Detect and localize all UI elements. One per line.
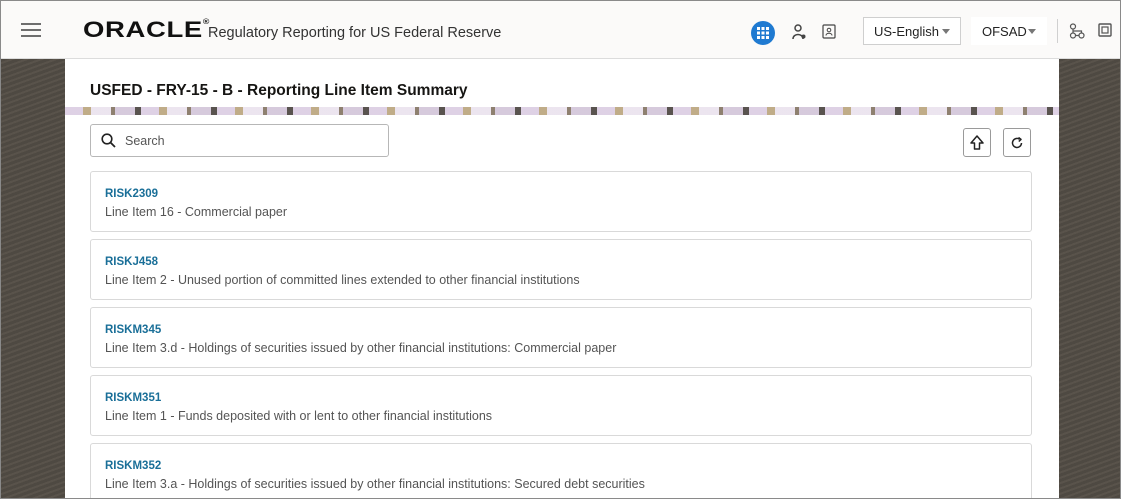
- line-item-description: Line Item 3.d - Holdings of securities i…: [105, 341, 617, 355]
- app-window: ORACLE® Regulatory Reporting for US Fede…: [0, 0, 1121, 499]
- person-icon[interactable]: [792, 24, 806, 45]
- id-card-icon[interactable]: [822, 24, 836, 44]
- user-name: OFSAD: [982, 23, 1027, 39]
- upload-arrow-icon: [970, 134, 984, 150]
- line-item-description: Line Item 16 - Commercial paper: [105, 205, 288, 219]
- line-item-description: Line Item 1 - Funds deposited with or le…: [105, 409, 493, 423]
- apps-grid-icon[interactable]: [751, 21, 775, 45]
- list-item[interactable]: RISKM351 Line Item 1 - Funds deposited w…: [90, 375, 1032, 436]
- chevron-down-icon: [1028, 29, 1036, 34]
- refresh-button[interactable]: [1003, 128, 1031, 157]
- list-item[interactable]: RISKM345 Line Item 3.d - Holdings of sec…: [90, 307, 1032, 368]
- calendar-icon[interactable]: [1098, 23, 1112, 42]
- oracle-logo: ORACLE®: [83, 17, 210, 42]
- line-item-code[interactable]: RISKM351: [105, 392, 161, 404]
- app-title: Regulatory Reporting for US Federal Rese…: [208, 25, 502, 41]
- hamburger-icon[interactable]: [21, 23, 41, 37]
- chevron-down-icon: [942, 29, 950, 34]
- search-input[interactable]: [125, 133, 365, 148]
- line-item-description: Line Item 3.a - Holdings of securities i…: [105, 477, 645, 491]
- line-item-list: RISK2309 Line Item 16 - Commercial paper…: [90, 171, 1032, 498]
- language-value: US-English: [874, 23, 940, 39]
- tree-icon[interactable]: [1069, 23, 1085, 44]
- line-item-code[interactable]: RISKM352: [105, 460, 161, 472]
- upload-button[interactable]: [963, 128, 991, 157]
- search-icon: [101, 133, 116, 148]
- line-item-code[interactable]: RISK2309: [105, 188, 158, 200]
- top-header: ORACLE® Regulatory Reporting for US Fede…: [1, 1, 1120, 59]
- header-divider: [1057, 19, 1058, 43]
- background-texture-right: [1059, 59, 1120, 498]
- main-panel: USFED - FRY-15 - B - Reporting Line Item…: [65, 59, 1059, 498]
- list-item[interactable]: RISKJ458 Line Item 2 - Unused portion of…: [90, 239, 1032, 300]
- search-box[interactable]: [90, 124, 389, 157]
- line-item-description: Line Item 2 - Unused portion of committe…: [105, 273, 580, 287]
- list-item[interactable]: RISK2309 Line Item 16 - Commercial paper: [90, 171, 1032, 232]
- page-title: USFED - FRY-15 - B - Reporting Line Item…: [90, 82, 468, 99]
- line-item-code[interactable]: RISKJ458: [105, 256, 158, 268]
- refresh-icon: [1011, 136, 1023, 148]
- list-item[interactable]: RISKM352 Line Item 3.a - Holdings of sec…: [90, 443, 1032, 498]
- user-menu[interactable]: OFSAD: [971, 17, 1047, 45]
- language-select[interactable]: US-English: [863, 17, 961, 45]
- line-item-code[interactable]: RISKM345: [105, 324, 161, 336]
- decorative-banner: [65, 107, 1059, 115]
- background-texture-left: [1, 59, 65, 498]
